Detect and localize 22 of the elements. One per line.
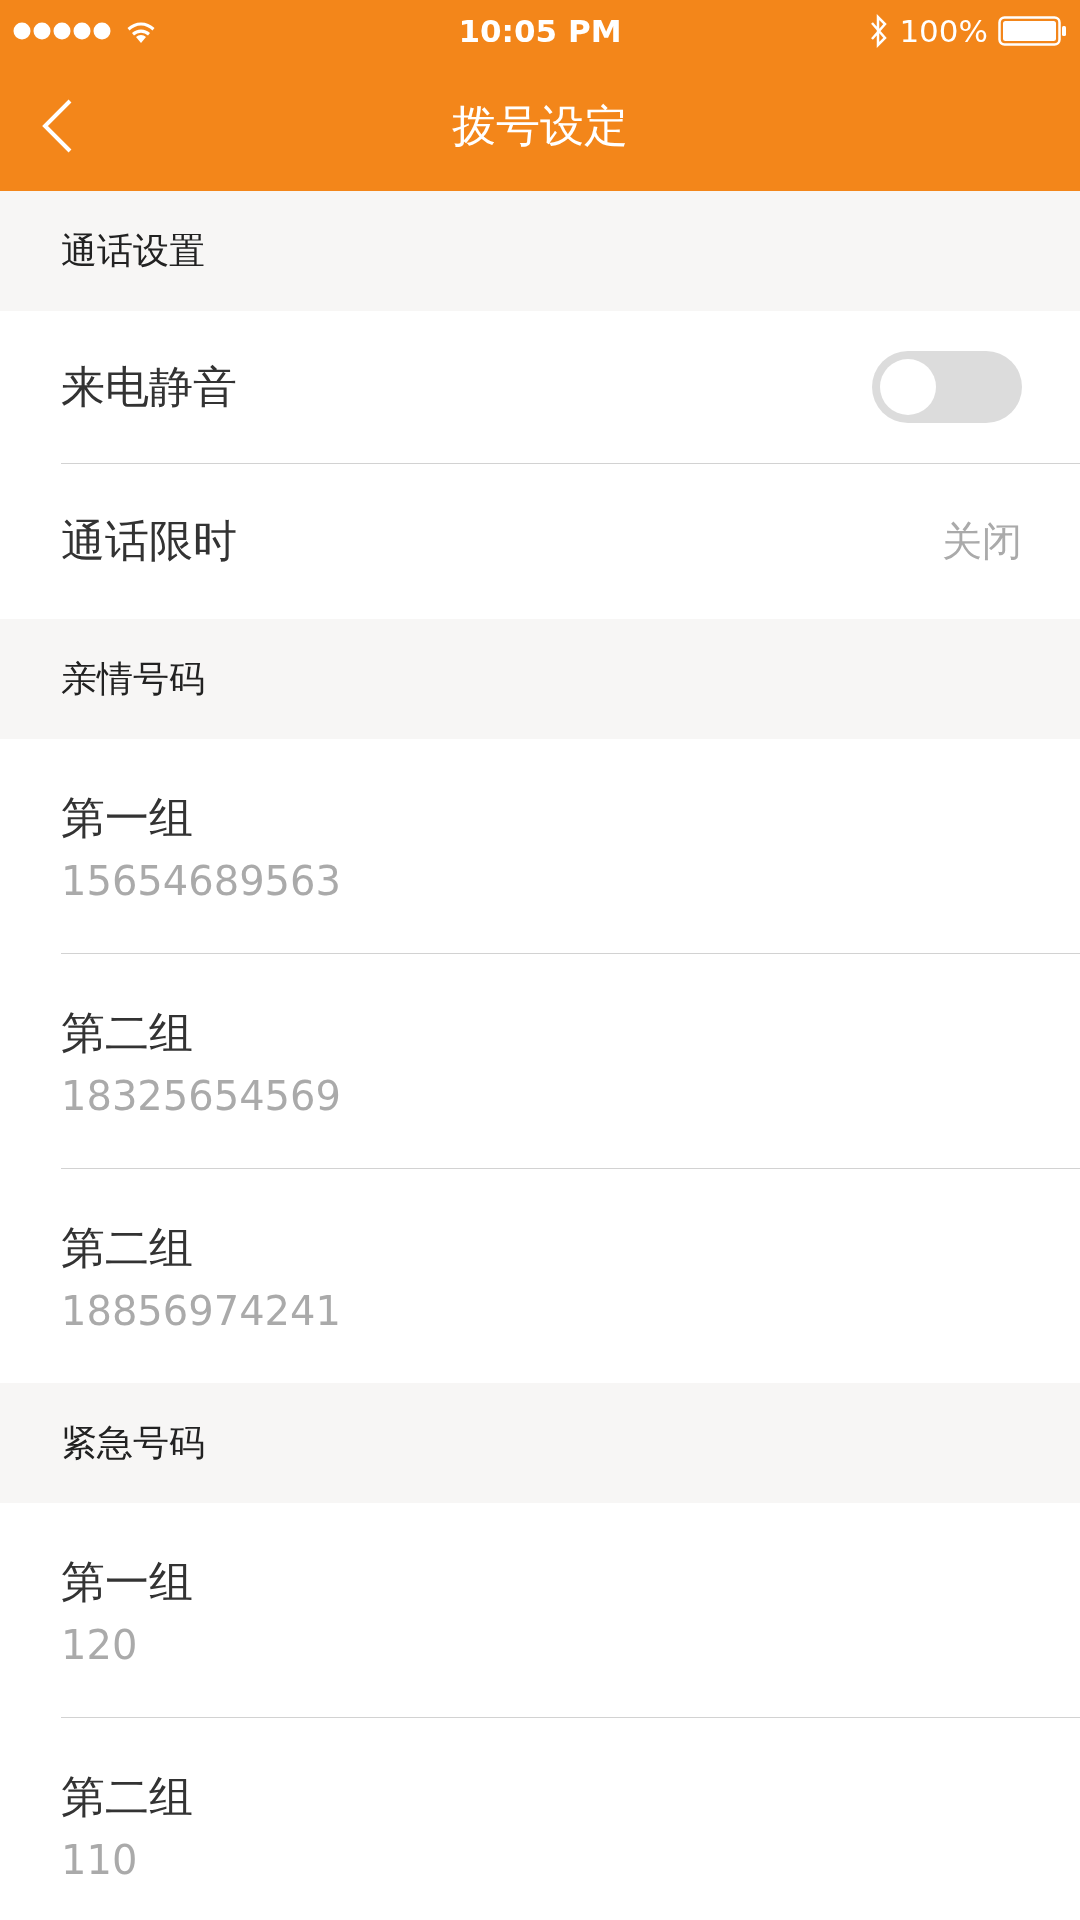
group-label: 第一组 bbox=[61, 1554, 193, 1609]
phone-number: 110 bbox=[61, 1836, 138, 1883]
group-label: 第二组 bbox=[61, 1005, 193, 1060]
phone-number: 18856974241 bbox=[61, 1287, 341, 1334]
battery-icon bbox=[998, 16, 1068, 46]
battery-percent: 100% bbox=[899, 13, 988, 49]
setting-label: 来电静音 bbox=[61, 359, 238, 414]
setting-value[interactable]: 关闭 bbox=[942, 514, 1022, 569]
status-time: 10:05 PM bbox=[458, 13, 622, 49]
group-label: 第二组 bbox=[61, 1220, 193, 1275]
phone-number: 15654689563 bbox=[61, 857, 341, 904]
phone-number: 18325654569 bbox=[61, 1072, 341, 1119]
group-label: 第二组 bbox=[61, 1769, 193, 1824]
page-title: 拨号设定 bbox=[452, 99, 628, 153]
signal-icon bbox=[12, 21, 112, 41]
back-icon[interactable] bbox=[40, 98, 74, 154]
group-label: 第一组 bbox=[61, 790, 193, 845]
section-title: 亲情号码 bbox=[61, 656, 205, 701]
setting-label: 通话限时 bbox=[61, 514, 238, 568]
phone-number: 120 bbox=[61, 1621, 138, 1668]
section-title: 通话设置 bbox=[61, 228, 205, 273]
section-title: 紧急号码 bbox=[61, 1420, 205, 1465]
